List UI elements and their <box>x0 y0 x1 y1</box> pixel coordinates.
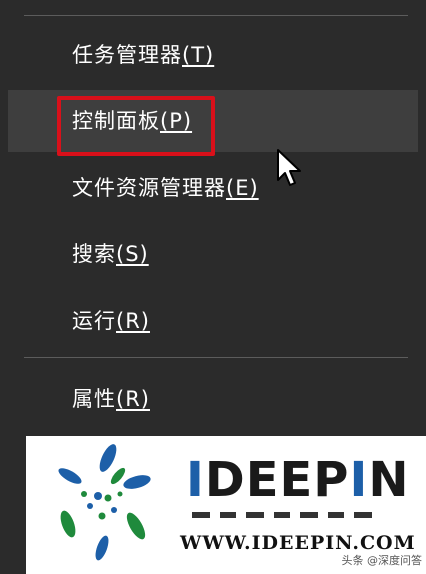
menu-item-shortcut: (E) <box>226 176 259 200</box>
menu-separator <box>24 357 408 358</box>
brand-name: IDEEPIN <box>186 452 410 508</box>
menu-item-label: 任务管理器 <box>72 43 182 67</box>
menu-item-label: 属性 <box>72 387 116 411</box>
logo-panel: IDEEPIN WWW.IDEEPIN.COM 头条 @深度问答 <box>26 436 426 574</box>
mouse-pointer-icon <box>277 149 301 186</box>
ideepin-logo-icon <box>58 444 151 561</box>
context-menu: 任务管理器(T) 控制面板(P) 文件资源管理器(E) 搜索(S) 运行(R) … <box>0 0 426 432</box>
menu-separator <box>24 15 408 16</box>
menu-item-shortcut: (T) <box>182 43 215 67</box>
website-url: WWW.IDEEPIN.COM <box>180 532 416 554</box>
brand-tagline-graphic <box>192 512 372 518</box>
menu-item-properties[interactable]: 属性(R) <box>8 368 418 430</box>
highlight-box <box>57 96 215 156</box>
menu-item-task-manager[interactable]: 任务管理器(T) <box>8 24 418 86</box>
menu-item-shortcut: (S) <box>116 242 149 266</box>
watermark: 头条 @深度问答 <box>341 554 423 567</box>
menu-item-shortcut: (R) <box>116 387 150 411</box>
menu-item-shortcut: (R) <box>116 309 150 333</box>
background-strip <box>0 432 26 574</box>
menu-item-file-explorer[interactable]: 文件资源管理器(E) <box>8 157 418 219</box>
menu-item-label: 搜索 <box>72 242 116 266</box>
menu-item-run[interactable]: 运行(R) <box>8 290 418 352</box>
menu-item-label: 文件资源管理器 <box>72 176 226 200</box>
menu-item-label: 运行 <box>72 309 116 333</box>
menu-item-search[interactable]: 搜索(S) <box>8 223 418 285</box>
